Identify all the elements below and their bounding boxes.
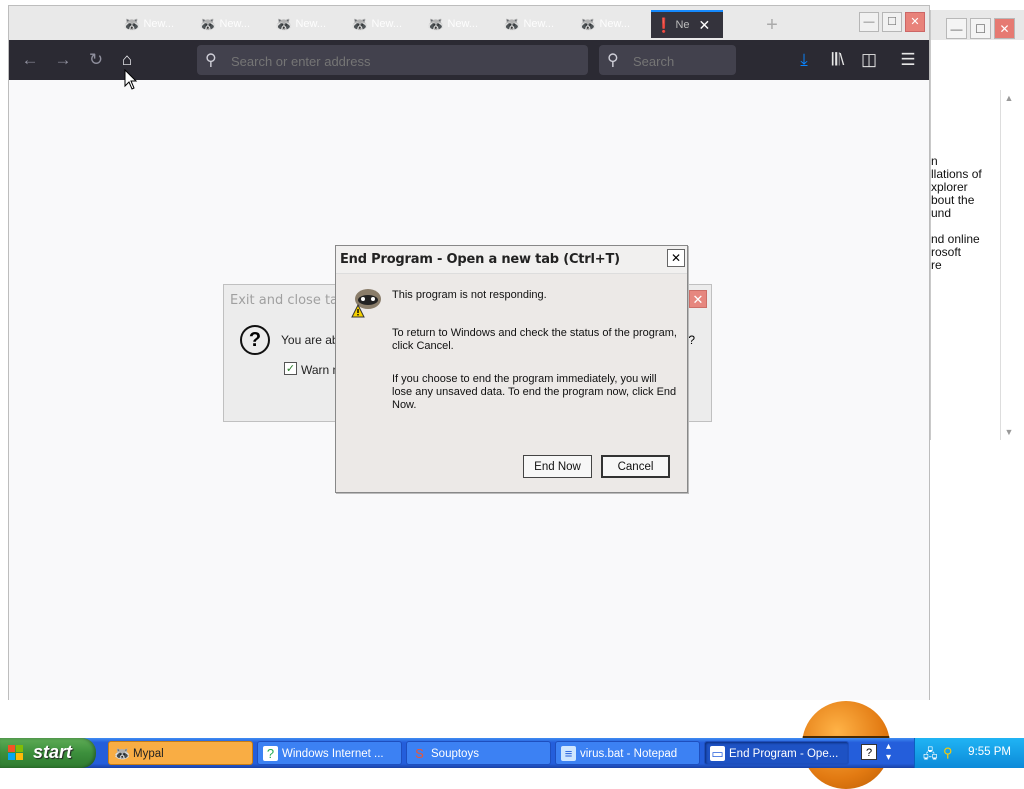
search-tray-icon[interactable]: ⚲ [943,745,953,761]
start-button[interactable]: start [0,738,96,768]
background-window-titlebar: — ☐ ✕ [931,10,1024,40]
raccoon-favicon-icon: 🦝 [503,15,521,32]
address-bar[interactable]: ⚲ [197,45,588,75]
clock: 9:55 PM [968,746,1011,758]
tab-close-icon[interactable]: ✕ [699,17,711,34]
search-icon: ⚲ [607,52,619,69]
bg-minimize-button[interactable]: — [946,18,967,39]
end-now-instructions-text: If you choose to end the program immedia… [392,373,677,411]
raccoon-favicon-icon: 🦝 [427,15,445,32]
download-icon[interactable]: ⤓ [793,49,815,71]
taskbar-item-label: Mypal [133,748,164,760]
windows-logo-icon [8,745,24,761]
active-browser-tab[interactable]: ❗ Ne ✕ [651,10,723,38]
question-icon: ? [240,325,270,355]
sidebar-icon[interactable]: ◫ [858,49,880,71]
dialog-titlebar: End Program - Open a new tab (Ctrl+T) ✕ [336,246,687,274]
raccoon-favicon-icon: 🦝 [199,15,217,32]
mouse-cursor-icon [124,69,138,90]
cancel-instructions-text: To return to Windows and check the statu… [392,327,677,352]
bg-maximize-button[interactable]: ☐ [970,18,991,39]
navigation-toolbar: ← → ↻ ⌂ ⚲ ⚲ ⤓ 𝄃𝄃\ ◫ ☰ [9,40,929,80]
browser-tab[interactable]: 🦝 New... [79,10,174,38]
notepad-icon: ≡ [561,746,576,761]
taskbar-item-end-program[interactable]: ▭ End Program - Ope... [704,741,849,765]
browser-tab[interactable]: 🦝 New... [459,10,554,38]
browser-tab[interactable]: 🦝 New... [307,10,402,38]
warn-checkbox[interactable]: ✓ [284,362,297,375]
home-icon[interactable]: ⌂ [116,49,138,71]
taskbar-item-notepad[interactable]: ≡ virus.bat - Notepad [555,741,700,765]
souptoys-icon: S [415,746,424,761]
taskbar-item-souptoys[interactable]: S Souptoys [406,741,551,765]
bg-close-button[interactable]: ✕ [994,18,1015,39]
taskbar-item-label: Windows Internet ... [282,748,384,760]
taskbar-item-mypal[interactable]: 🦝 Mypal [108,741,253,765]
dialog-title: End Program - Open a new tab (Ctrl+T) [340,252,620,267]
search-input[interactable] [631,51,730,71]
raccoon-favicon-icon: 🦝 [579,15,597,32]
dialog-close-button[interactable]: ✕ [667,249,685,267]
background-window-scrollbar[interactable]: ▲ ▼ [1000,90,1017,440]
browser-tab[interactable]: 🦝 New... [231,10,326,38]
new-tab-plus-icon[interactable]: + [761,14,783,36]
taskbar-item-label: End Program - Ope... [729,748,839,760]
end-now-button[interactable]: End Now [523,455,592,478]
back-arrow-icon[interactable]: ← [19,49,41,71]
taskbar: start 🦝 Mypal ? Windows Internet ... S S… [0,738,1024,768]
tab-label: New... [599,18,631,30]
chevron-updown-icon[interactable]: ▴ ▾ [886,741,891,763]
raccoon-warning-icon [351,289,381,318]
taskbar-item-label: Souptoys [431,748,479,760]
taskbar-item-label: virus.bat - Notepad [580,748,678,760]
raccoon-favicon-icon: 🦝 [351,15,369,32]
search-icon: ⚲ [205,52,217,69]
taskbar-item-internet-explorer[interactable]: ? Windows Internet ... [257,741,402,765]
library-icon[interactable]: 𝄃𝄃\ [827,49,849,71]
dialog-close-button[interactable]: ✕ [689,290,707,308]
start-label: start [33,742,73,762]
end-program-dialog: End Program - Open a new tab (Ctrl+T) ✕ … [335,245,688,493]
reload-icon[interactable]: ↻ [85,49,107,71]
tab-strip: 🦝 New... 🦝 New... 🦝 New... 🦝 New... 🦝 New... … [9,6,929,40]
address-input[interactable] [229,51,573,71]
network-icon[interactable]: 🖧 [923,745,938,767]
browser-tab[interactable]: 🦝 New... [383,10,478,38]
browser-tab[interactable]: 🦝 New... [155,10,250,38]
scroll-down-arrow-icon[interactable]: ▼ [1001,424,1017,440]
help-icon[interactable]: ? [861,744,877,760]
search-box[interactable]: ⚲ [599,45,736,75]
forward-arrow-icon[interactable]: → [52,49,74,71]
menu-hamburger-icon[interactable]: ☰ [897,49,919,71]
window-icon: ▭ [710,746,725,761]
tab-label: Ne [675,19,690,31]
close-button[interactable]: ✕ [905,12,925,32]
raccoon-favicon-icon: 🦝 [275,15,293,32]
raccoon-app-icon: 🦝 [114,746,131,761]
background-window: — ☐ ✕ n llations of xplorer bout the und… [930,10,1024,440]
scroll-up-arrow-icon[interactable]: ▲ [1001,90,1017,106]
system-tray: 🖧 ⚲ 9:55 PM [914,738,1024,768]
minimize-button[interactable]: — [859,12,879,32]
raccoon-favicon-icon: 🦝 [123,15,141,32]
browser-tab[interactable]: 🦝 New... [535,10,630,38]
dialog-message-end: ? [688,333,695,347]
help-document-icon: ? [263,746,278,761]
cancel-button[interactable]: Cancel [601,455,670,478]
alert-favicon-icon: ❗ [655,16,673,33]
maximize-button[interactable]: ☐ [882,12,902,32]
not-responding-text: This program is not responding. [392,289,547,301]
